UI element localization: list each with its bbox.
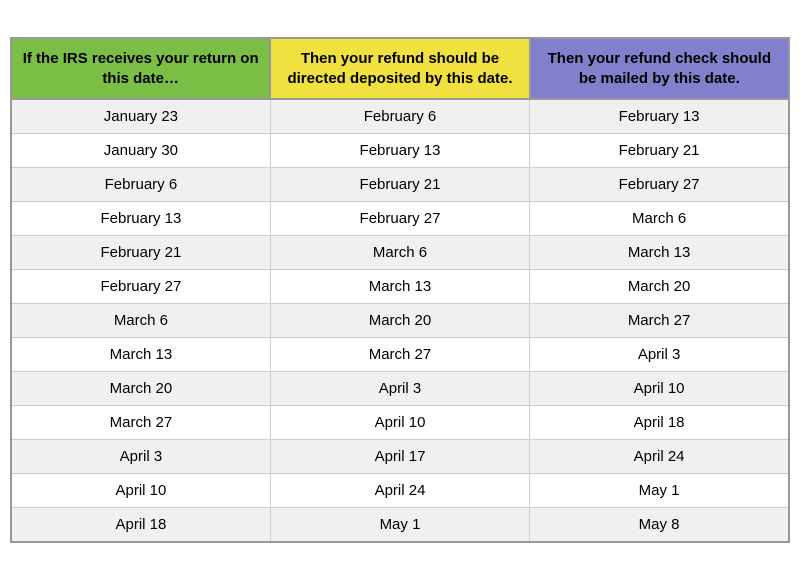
table-row: January 23February 6February 13 [11,99,789,134]
table-row: February 13February 27March 6 [11,202,789,236]
table-row: March 6March 20March 27 [11,304,789,338]
header-col2: Then your refund should be directed depo… [270,38,529,99]
cell-col2: April 17 [270,440,529,474]
cell-col3: April 3 [530,338,789,372]
cell-col2: February 27 [270,202,529,236]
cell-col1: April 18 [11,508,270,543]
cell-col2: April 24 [270,474,529,508]
cell-col1: April 3 [11,440,270,474]
cell-col1: January 30 [11,134,270,168]
cell-col2: February 6 [270,99,529,134]
table-row: March 13March 27April 3 [11,338,789,372]
cell-col2: March 6 [270,236,529,270]
cell-col3: March 27 [530,304,789,338]
table-row: February 27March 13March 20 [11,270,789,304]
cell-col3: April 24 [530,440,789,474]
cell-col3: April 10 [530,372,789,406]
cell-col3: May 8 [530,508,789,543]
table-row: February 6February 21February 27 [11,168,789,202]
cell-col2: March 13 [270,270,529,304]
cell-col1: March 6 [11,304,270,338]
cell-col1: January 23 [11,99,270,134]
cell-col1: February 6 [11,168,270,202]
header-col1: If the IRS receives your return on this … [11,38,270,99]
table-row: March 27April 10April 18 [11,406,789,440]
cell-col1: February 27 [11,270,270,304]
cell-col1: April 10 [11,474,270,508]
cell-col3: April 18 [530,406,789,440]
table-row: January 30February 13February 21 [11,134,789,168]
cell-col3: February 13 [530,99,789,134]
refund-table: If the IRS receives your return on this … [10,37,790,543]
table-row: April 10April 24May 1 [11,474,789,508]
cell-col2: March 20 [270,304,529,338]
cell-col3: February 27 [530,168,789,202]
cell-col3: March 13 [530,236,789,270]
cell-col1: February 13 [11,202,270,236]
table-row: February 21March 6March 13 [11,236,789,270]
cell-col1: February 21 [11,236,270,270]
cell-col2: April 3 [270,372,529,406]
cell-col1: March 27 [11,406,270,440]
table-wrapper: If the IRS receives your return on this … [10,37,790,543]
cell-col1: March 20 [11,372,270,406]
cell-col3: May 1 [530,474,789,508]
cell-col1: March 13 [11,338,270,372]
cell-col2: February 13 [270,134,529,168]
table-row: April 3April 17April 24 [11,440,789,474]
cell-col2: March 27 [270,338,529,372]
cell-col2: May 1 [270,508,529,543]
cell-col3: March 20 [530,270,789,304]
cell-col2: April 10 [270,406,529,440]
cell-col2: February 21 [270,168,529,202]
header-col3: Then your refund check should be mailed … [530,38,789,99]
table-row: March 20April 3April 10 [11,372,789,406]
table-row: April 18May 1May 8 [11,508,789,543]
cell-col3: February 21 [530,134,789,168]
cell-col3: March 6 [530,202,789,236]
